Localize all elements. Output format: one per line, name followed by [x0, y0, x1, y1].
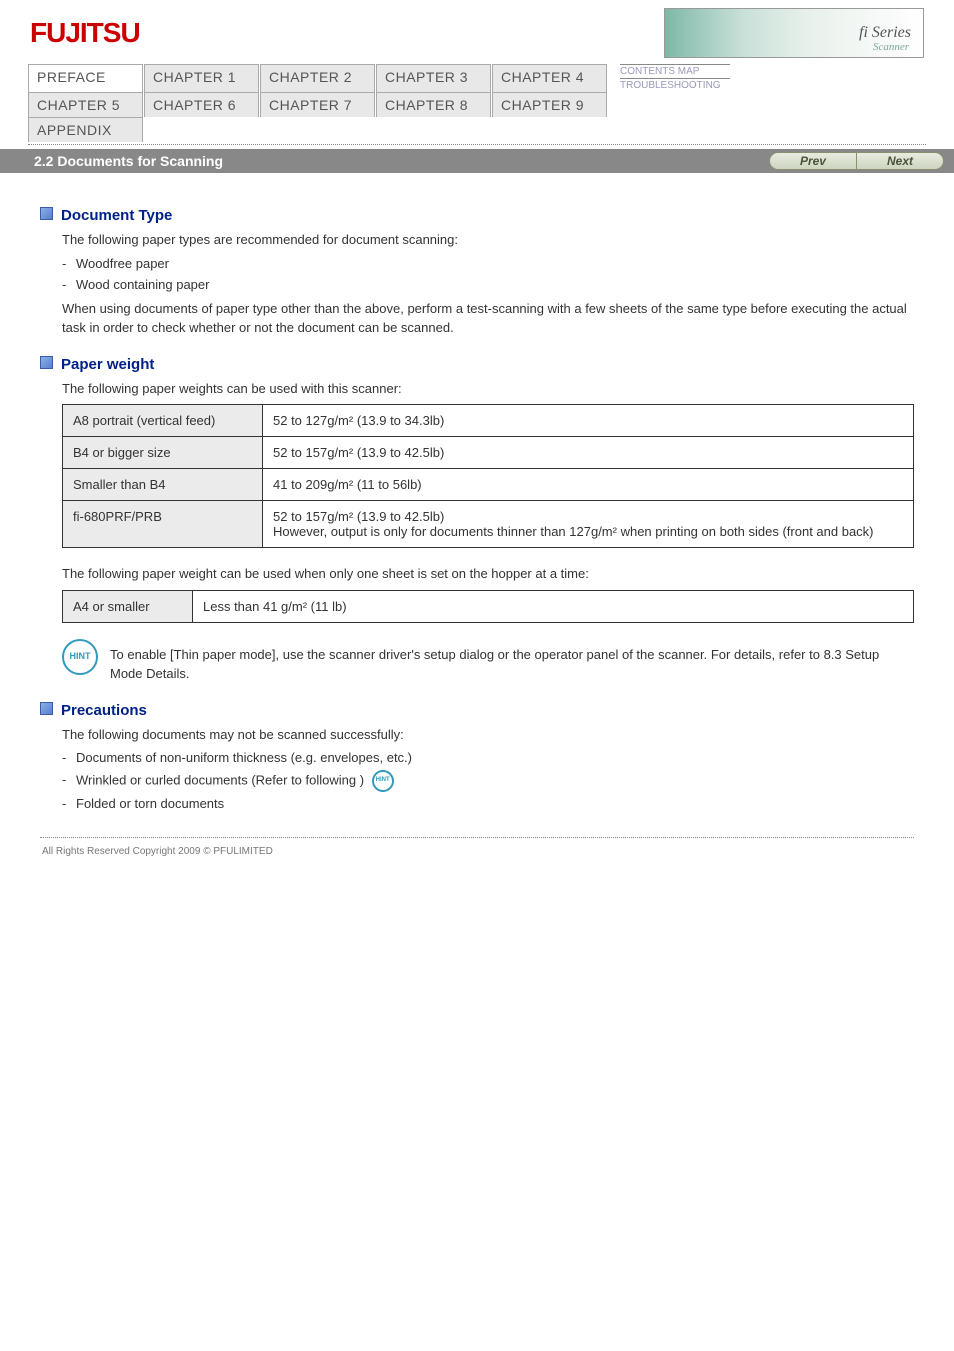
cell: Smaller than B4: [63, 469, 263, 501]
cell: 52 to 157g/m² (13.9 to 42.5lb) However, …: [263, 501, 914, 548]
single-weight-table: A4 or smaller Less than 41 g/m² (11 lb): [62, 590, 914, 623]
table-wrapper: A4 or smaller Less than 41 g/m² (11 lb): [62, 590, 914, 623]
section-document-type: Document Type: [40, 207, 914, 224]
series-sublabel: Scanner: [873, 41, 909, 53]
cell: A4 or smaller: [63, 590, 193, 622]
nav-chapter1[interactable]: CHAPTER 1: [144, 64, 259, 92]
list-item: Folded or torn documents: [62, 794, 914, 814]
main-content: Document Type The following paper types …: [0, 173, 954, 887]
paragraph: The following paper weights can be used …: [62, 379, 914, 399]
table-wrapper: A8 portrait (vertical feed) 52 to 127g/m…: [62, 404, 914, 548]
section-heading: Document Type: [61, 207, 172, 224]
nav-chapter8[interactable]: CHAPTER 8: [376, 92, 491, 117]
nav-chapter7[interactable]: CHAPTER 7: [260, 92, 375, 117]
square-bullet-icon: [40, 207, 53, 220]
section-heading: Precautions: [61, 702, 147, 719]
nav-chapter2[interactable]: CHAPTER 2: [260, 64, 375, 92]
cell: 41 to 209g/m² (11 to 56lb): [263, 469, 914, 501]
weight-table: A8 portrait (vertical feed) 52 to 127g/m…: [62, 404, 914, 548]
table-row: A8 portrait (vertical feed) 52 to 127g/m…: [63, 405, 914, 437]
list-item: Wood containing paper: [62, 275, 914, 295]
nav-chapter4[interactable]: CHAPTER 4: [492, 64, 607, 92]
fujitsu-logo: FUJITSU: [30, 17, 140, 49]
table-row: B4 or bigger size 52 to 157g/m² (13.9 to…: [63, 437, 914, 469]
list-item: Wrinkled or curled documents (Refer to f…: [62, 770, 914, 792]
copyright: All Rights Reserved Copyright 2009 © PFU…: [42, 846, 914, 857]
nav-chapter6[interactable]: CHAPTER 6: [144, 92, 259, 117]
nav-contents-map[interactable]: CONTENTS MAP: [620, 64, 730, 78]
section-precautions: Precautions: [40, 702, 914, 719]
page-title: 2.2 Documents for Scanning: [34, 153, 223, 169]
nav-appendix[interactable]: APPENDIX: [28, 117, 143, 142]
section-paper-weight: Paper weight: [40, 356, 914, 373]
header: FUJITSU fi Series Scanner: [0, 0, 954, 58]
paragraph: When using documents of paper type other…: [62, 299, 914, 338]
cell: A8 portrait (vertical feed): [63, 405, 263, 437]
cell: 52 to 157g/m² (13.9 to 42.5lb): [263, 437, 914, 469]
bullet-list: Documents of non-uniform thickness (e.g.…: [62, 748, 914, 813]
next-button[interactable]: Next: [856, 152, 944, 170]
hint-icon: HINT: [372, 770, 394, 792]
hint-icon: HINT: [62, 639, 98, 675]
hint-text: To enable [Thin paper mode], use the sca…: [110, 639, 914, 684]
table-row: fi-680PRF/PRB 52 to 157g/m² (13.9 to 42.…: [63, 501, 914, 548]
square-bullet-icon: [40, 356, 53, 369]
nav-chapter5[interactable]: CHAPTER 5: [28, 92, 143, 117]
series-label: fi Series: [859, 24, 911, 42]
nav-side-links: CONTENTS MAP TROUBLESHOOTING: [608, 64, 730, 92]
cell: fi-680PRF/PRB: [63, 501, 263, 548]
cell: Less than 41 g/m² (11 lb): [193, 590, 914, 622]
pager: Prev Next: [769, 152, 944, 170]
table-row: A4 or smaller Less than 41 g/m² (11 lb): [63, 590, 914, 622]
chapter-nav: PREFACE CHAPTER 1 CHAPTER 2 CHAPTER 3 CH…: [28, 64, 926, 142]
nav-troubleshooting[interactable]: TROUBLESHOOTING: [620, 78, 730, 92]
page-title-bar: 2.2 Documents for Scanning Prev Next: [0, 149, 954, 173]
logo-text: FUJITSU: [30, 17, 140, 49]
section-heading: Paper weight: [61, 356, 154, 373]
divider: [28, 144, 926, 145]
divider: [40, 837, 914, 838]
paragraph: The following paper types are recommende…: [62, 230, 914, 250]
list-item: Woodfree paper: [62, 254, 914, 274]
table-row: Smaller than B4 41 to 209g/m² (11 to 56l…: [63, 469, 914, 501]
paragraph: The following documents may not be scann…: [62, 725, 914, 745]
bullet-list: Woodfree paper Wood containing paper: [62, 254, 914, 295]
prev-button[interactable]: Prev: [769, 152, 856, 170]
nav-chapter3[interactable]: CHAPTER 3: [376, 64, 491, 92]
series-banner: fi Series Scanner: [664, 8, 924, 58]
nav-preface[interactable]: PREFACE: [28, 64, 143, 92]
hint-block: HINT To enable [Thin paper mode], use th…: [62, 639, 914, 684]
cell: 52 to 127g/m² (13.9 to 34.3lb): [263, 405, 914, 437]
paragraph: The following paper weight can be used w…: [62, 564, 914, 584]
cell: B4 or bigger size: [63, 437, 263, 469]
square-bullet-icon: [40, 702, 53, 715]
nav-chapter9[interactable]: CHAPTER 9: [492, 92, 607, 117]
list-item: Documents of non-uniform thickness (e.g.…: [62, 748, 914, 768]
